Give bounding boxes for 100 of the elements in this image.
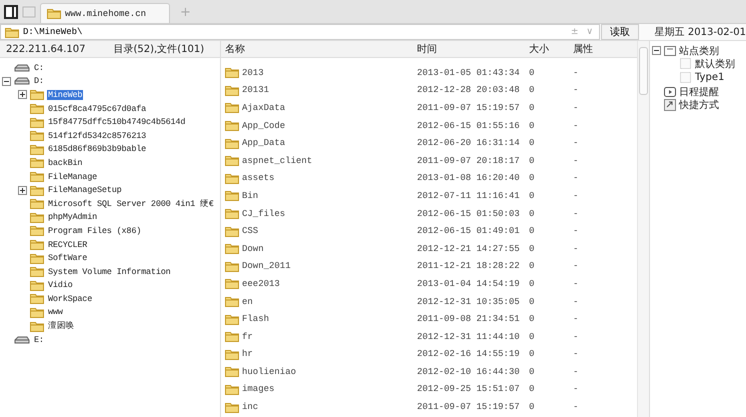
file-name[interactable]: Down [242, 244, 264, 254]
folder-icon [30, 144, 44, 155]
folder-item[interactable]: backBin [47, 158, 84, 168]
file-name[interactable]: CJ_files [242, 208, 286, 219]
file-attribute: - [573, 244, 578, 254]
side-tree-item[interactable]: 站点类别 [679, 44, 719, 58]
drive-item[interactable]: C: [33, 62, 45, 73]
time-column-header[interactable]: 时间 [417, 42, 529, 56]
file-name[interactable]: huolieniao [242, 366, 296, 377]
file-attribute: - [573, 208, 578, 219]
file-name[interactable]: fr [242, 332, 253, 342]
folder-item[interactable]: Vidio [47, 280, 74, 290]
dotted-square-icon [680, 58, 692, 70]
file-name[interactable]: aspnet_client [242, 156, 312, 166]
file-size: 0 [529, 349, 534, 360]
ip-address: 222.211.64.107 [6, 44, 86, 54]
drive-icon [14, 336, 30, 344]
file-attribute: - [573, 68, 578, 78]
file-name[interactable]: images [242, 384, 274, 394]
file-attribute: - [573, 261, 578, 272]
folder-item[interactable]: Program Files (x86) [47, 226, 142, 236]
file-name[interactable]: CSS [242, 226, 258, 236]
file-name[interactable]: inc [242, 402, 258, 412]
drive-item[interactable]: D: [33, 76, 45, 86]
file-name[interactable]: App_Data [242, 138, 286, 148]
folder-icon [30, 306, 44, 318]
size-column-header[interactable]: 大小 [529, 42, 573, 56]
folder-icon [30, 116, 44, 128]
side-tree-item[interactable]: 日程提醒 [679, 84, 719, 99]
file-time: 2012-06-15 01:50:03 [417, 208, 520, 219]
folder-item[interactable]: FileManageSetup [47, 185, 123, 196]
side-tree-item[interactable]: 快捷方式 [679, 98, 719, 112]
folder-item[interactable]: WorkSpace [47, 294, 94, 304]
file-time: 2012-02-16 14:55:19 [417, 349, 520, 360]
file-time: 2012-06-15 01:49:01 [417, 226, 520, 236]
folder-item[interactable]: SoftWare [47, 253, 88, 264]
folder-item[interactable]: System Volume Information [47, 266, 172, 277]
scrollbar-thumb[interactable] [639, 47, 648, 95]
folder-icon [30, 198, 44, 210]
category-icon [664, 44, 676, 57]
folder-icon [225, 208, 239, 220]
side-tree-item[interactable]: 默认类别 [695, 57, 735, 72]
drive-item[interactable]: E: [33, 334, 45, 345]
file-name[interactable]: 2013 [242, 68, 264, 78]
browser-tab[interactable]: www.minehome.cn [40, 3, 170, 23]
folder-icon [30, 293, 44, 304]
file-time: 2012-12-31 10:35:05 [417, 296, 520, 307]
drive-icon [14, 64, 30, 72]
side-tree-item[interactable]: Type1 [695, 72, 724, 84]
file-time: 2011-09-07 20:18:17 [417, 156, 520, 166]
folder-icon [30, 266, 44, 278]
file-name[interactable]: Down_2011 [242, 261, 291, 272]
file-attribute: - [573, 138, 578, 148]
folder-item[interactable]: 6185d86f869b3b9bable [47, 144, 148, 154]
file-name[interactable]: App_Code [242, 120, 286, 131]
file-size: 0 [529, 190, 534, 201]
file-name[interactable]: hr [242, 349, 253, 360]
file-attribute: - [573, 332, 578, 342]
folder-item[interactable]: MineWeb [47, 90, 84, 100]
name-column-header[interactable]: 名称 [221, 42, 417, 56]
folder-icon [225, 102, 239, 114]
folder-icon [225, 296, 239, 308]
file-name[interactable]: AjaxData [242, 102, 286, 113]
folder-item[interactable]: 15f84775dffc510b4749c4b5614d [47, 117, 186, 128]
folder-item[interactable]: 514f12fd5342c8576213 [47, 130, 148, 141]
folder-icon [30, 103, 44, 114]
folder-icon [30, 171, 44, 182]
folder-icon [225, 155, 239, 166]
file-time: 2013-01-08 16:20:40 [417, 173, 520, 184]
folder-item[interactable]: FileManage [47, 172, 98, 182]
folder-item[interactable]: Microsoft SQL Server 2000 4in1 绠€ [47, 198, 215, 210]
folder-icon [225, 172, 239, 184]
file-name[interactable]: Bin [242, 190, 258, 201]
folder-item[interactable]: 015cf8ca4795c67d0afa [47, 104, 148, 114]
folder-icon [225, 314, 239, 325]
folder-icon [30, 89, 44, 100]
attribute-column-header[interactable]: 属性 [573, 42, 633, 56]
folder-icon [225, 331, 239, 342]
file-size: 0 [529, 366, 534, 377]
file-size: 0 [529, 402, 534, 412]
scrollbar[interactable] [637, 41, 649, 417]
file-name[interactable]: assets [242, 173, 274, 184]
folder-item[interactable]: RECYCLER [47, 240, 88, 250]
file-name[interactable]: en [242, 296, 253, 307]
folder-icon [225, 67, 239, 78]
folder-icon [225, 243, 239, 254]
file-size: 0 [529, 138, 534, 148]
folder-icon [30, 130, 44, 142]
folder-item[interactable]: www [47, 307, 64, 318]
folder-item[interactable]: 澶囦唤 [47, 320, 76, 332]
file-attribute: - [573, 173, 578, 184]
read-button[interactable]: 读取 [601, 24, 639, 40]
folder-icon [5, 26, 19, 38]
file-size: 0 [529, 226, 534, 236]
file-attribute: - [573, 384, 578, 394]
file-name[interactable]: Flash [242, 314, 270, 324]
file-name[interactable]: 20131 [242, 85, 270, 96]
folder-item[interactable]: phpMyAdmin [47, 212, 98, 222]
folder-icon [30, 320, 44, 332]
file-name[interactable]: eee2013 [242, 278, 280, 289]
